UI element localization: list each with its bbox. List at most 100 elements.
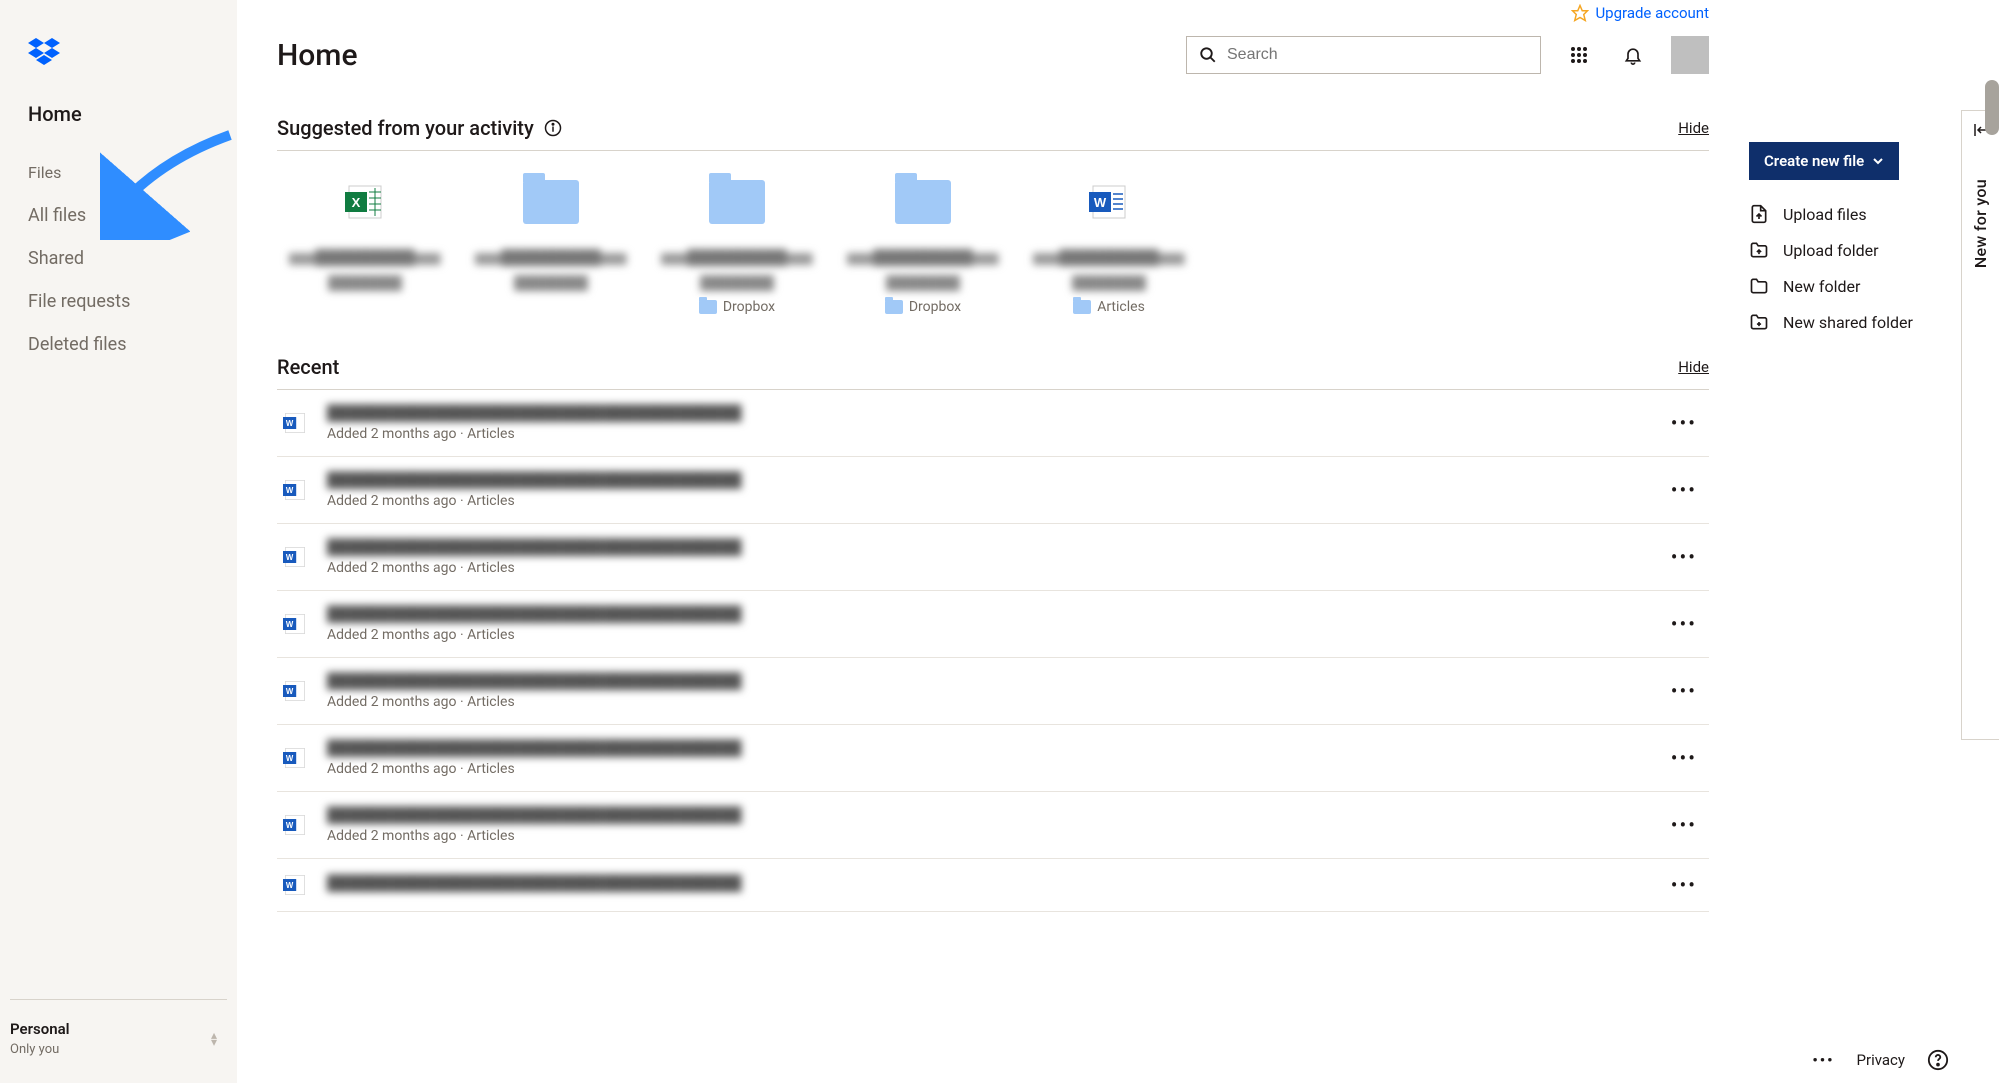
sidebar-item-file-requests[interactable]: File requests — [20, 280, 217, 323]
recent-hide[interactable]: Hide — [1678, 358, 1709, 376]
search-input[interactable] — [1227, 46, 1528, 64]
folder-icon — [701, 171, 773, 233]
avatar[interactable] — [1671, 36, 1709, 74]
svg-text:W: W — [286, 881, 294, 890]
svg-text:W: W — [286, 754, 294, 763]
word-icon: W — [283, 746, 307, 770]
svg-text:W: W — [286, 419, 294, 428]
more-icon[interactable]: ••• — [1665, 679, 1703, 703]
more-icon[interactable]: ••• — [1665, 746, 1703, 770]
recent-row[interactable]: W ███████████████████████████████████████… — [277, 457, 1709, 524]
svg-text:X: X — [352, 195, 361, 210]
new-for-you-label: New for you — [1971, 179, 1990, 268]
recent-file-meta: Added 2 months ago · Articles — [327, 426, 1645, 442]
suggested-card[interactable]: ██████████████████Dropbox — [835, 165, 1011, 321]
folder-icon — [1749, 276, 1769, 296]
suggested-title: Suggested from your activity — [277, 116, 534, 140]
more-icon[interactable]: ••• — [1812, 1051, 1834, 1069]
folder-icon — [887, 171, 959, 233]
suggested-card-location: Dropbox — [885, 299, 961, 315]
upload-folder-icon — [1749, 240, 1769, 260]
recent-file-meta: Added 2 months ago · Articles — [327, 560, 1645, 576]
rail-upload-folder[interactable]: Upload folder — [1749, 232, 1975, 268]
suggested-hide[interactable]: Hide — [1678, 119, 1709, 137]
suggested-card-sub: ████████ — [1042, 275, 1176, 291]
suggested-card-name: ██████████ — [289, 249, 440, 269]
updown-chevron-icon: ▴▾ — [211, 1032, 217, 1046]
word-icon: W — [283, 612, 307, 636]
recent-title: Recent — [277, 355, 339, 379]
info-icon[interactable] — [544, 119, 562, 137]
more-icon[interactable]: ••• — [1665, 478, 1703, 502]
excel-icon: X — [329, 171, 401, 233]
suggested-card-name: ██████████ — [475, 249, 626, 269]
recent-file-name: ███████████████████████████████████████ — [327, 739, 1645, 757]
sidebar-account-switcher[interactable]: Personal Only you ▴▾ — [10, 999, 227, 1083]
rail-new-folder[interactable]: New folder — [1749, 268, 1975, 304]
recent-row[interactable]: W ███████████████████████████████████████… — [277, 725, 1709, 792]
suggested-card[interactable]: ██████████████████ — [463, 165, 639, 321]
folder-icon — [699, 300, 717, 314]
recent-file-meta: Added 2 months ago · Articles — [327, 761, 1645, 777]
suggested-card-location: Articles — [1073, 299, 1145, 315]
search-icon — [1199, 46, 1217, 64]
folder-icon — [515, 171, 587, 233]
notifications-icon[interactable] — [1617, 39, 1649, 71]
account-sub: Only you — [10, 1042, 70, 1057]
upgrade-account-link[interactable]: Upgrade account — [1595, 4, 1709, 22]
help-icon[interactable] — [1927, 1049, 1949, 1071]
sidebar-item-shared[interactable]: Shared — [20, 237, 217, 280]
recent-file-meta: Added 2 months ago · Articles — [327, 694, 1645, 710]
more-icon[interactable]: ••• — [1665, 545, 1703, 569]
recent-row[interactable]: W███████████████████████████████████████… — [277, 792, 1709, 859]
shared-folder-icon — [1749, 312, 1769, 332]
scrollbar[interactable] — [1985, 80, 1999, 135]
word-icon: W — [1073, 171, 1145, 233]
svg-text:W: W — [286, 553, 294, 562]
recent-file-name: ███████████████████████████████████████ — [327, 471, 1645, 489]
recent-file-name: ███████████████████████████████████████ — [327, 605, 1645, 623]
recent-row[interactable]: W ███████████████████████████████████████… — [277, 390, 1709, 457]
recent-file-name: ███████████████████████████████████████ — [327, 538, 1645, 556]
recent-row[interactable]: W███████████████████████████████████████… — [277, 658, 1709, 725]
svg-text:W: W — [1094, 195, 1107, 210]
recent-file-meta: Added 2 months ago · Articles — [327, 627, 1645, 643]
sidebar-section-files: Files — [20, 141, 217, 194]
recent-row[interactable]: W███████████████████████████████████████… — [277, 859, 1709, 912]
sidebar: Home Files All files Shared File request… — [0, 0, 237, 1083]
suggested-card-name: ██████████ — [1033, 249, 1184, 269]
rail-upload-files[interactable]: Upload files — [1749, 196, 1975, 232]
new-for-you-panel[interactable]: New for you — [1961, 110, 1999, 740]
sidebar-item-deleted-files[interactable]: Deleted files — [20, 323, 217, 366]
word-icon: W — [283, 679, 307, 703]
svg-text:W: W — [286, 486, 294, 495]
suggested-card-sub: ████████ — [298, 275, 432, 291]
svg-text:W: W — [286, 687, 294, 696]
more-icon[interactable]: ••• — [1665, 813, 1703, 837]
more-icon[interactable]: ••• — [1665, 612, 1703, 636]
sidebar-item-home[interactable]: Home — [20, 92, 217, 141]
suggested-card[interactable]: ██████████████████Dropbox — [649, 165, 825, 321]
privacy-link[interactable]: Privacy — [1857, 1051, 1905, 1069]
suggested-card-sub: ████████ — [484, 275, 618, 291]
star-icon — [1571, 4, 1589, 22]
suggested-card-sub: ████████ — [670, 275, 804, 291]
more-icon[interactable]: ••• — [1665, 411, 1703, 435]
suggested-card-name: ██████████ — [847, 249, 998, 269]
search-box[interactable] — [1186, 36, 1541, 74]
create-new-file-button[interactable]: Create new file — [1749, 142, 1899, 180]
dropbox-logo[interactable] — [0, 0, 237, 92]
more-icon[interactable]: ••• — [1665, 873, 1703, 897]
rail-new-shared-folder[interactable]: New shared folder — [1749, 304, 1975, 340]
apps-grid-icon[interactable] — [1563, 39, 1595, 71]
suggested-card-location: Dropbox — [699, 299, 775, 315]
suggested-card[interactable]: W██████████████████Articles — [1021, 165, 1197, 321]
recent-file-name: ███████████████████████████████████████ — [327, 404, 1645, 422]
page-title: Home — [277, 38, 358, 73]
chevron-down-icon — [1872, 155, 1884, 167]
recent-row[interactable]: W ███████████████████████████████████████… — [277, 524, 1709, 591]
suggested-card[interactable]: X██████████████████ — [277, 165, 453, 321]
sidebar-item-all-files[interactable]: All files — [20, 194, 217, 237]
recent-row[interactable]: W ███████████████████████████████████████… — [277, 591, 1709, 658]
word-icon: W — [283, 873, 307, 897]
